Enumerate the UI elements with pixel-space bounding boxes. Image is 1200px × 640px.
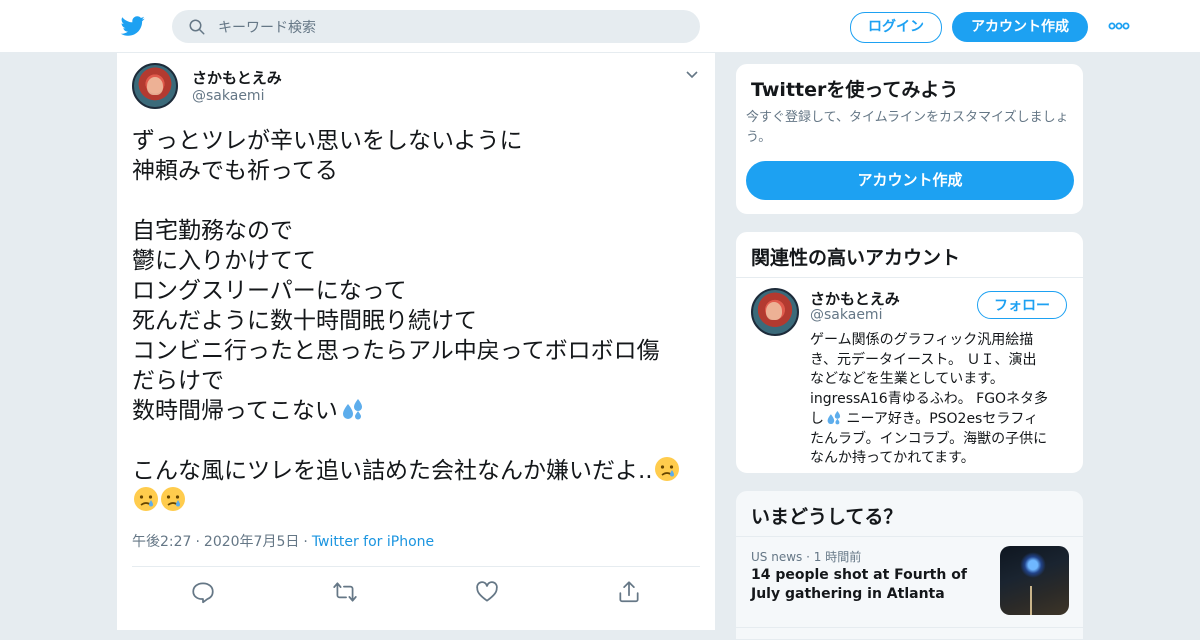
tweet-line: 鬱に入りかけてて	[132, 248, 316, 274]
heart-icon[interactable]	[474, 579, 500, 605]
tweet-line: こんな風にツレを追い詰めた会社なんか嫌いだよ..	[132, 458, 653, 484]
divider	[736, 627, 1083, 628]
trends-title: いまどうしてる？	[751, 506, 903, 528]
tweet-line: 自宅勤務なので	[132, 218, 293, 244]
bio-line: ingressA16青ゆるふわ。 FGOネタ多	[810, 390, 1049, 407]
related-account-handle[interactable]: @sakaemi	[810, 307, 882, 323]
tweet-card: さかもとえみ @sakaemi ずっとツレが辛い思いをしないように 神頼みでも祈…	[116, 53, 716, 630]
twitter-bird-icon[interactable]	[120, 14, 146, 38]
trend-thumbnail[interactable]	[1000, 546, 1069, 615]
bio-line: き、元データイースト。 ＵＩ、演出	[810, 351, 1037, 368]
crying-face-emoji	[654, 457, 679, 481]
signup-panel-description: 今すぐ登録して、タイムラインをカスタマイズしましょう。	[746, 110, 1069, 145]
create-account-button[interactable]: アカウント作成	[746, 161, 1074, 200]
more-dots-icon[interactable]	[1108, 19, 1130, 33]
follow-button[interactable]: フォロー	[977, 291, 1067, 319]
login-button[interactable]: ログイン	[850, 12, 942, 43]
search-box[interactable]	[172, 10, 700, 45]
sweat-droplets-emoji	[342, 399, 362, 420]
tweet-line: 数時間帰ってこない	[132, 398, 338, 424]
bio-line: なんか持ってかれてます。	[810, 450, 975, 466]
related-accounts-title: 関連性の高いアカウント	[751, 247, 961, 269]
tweet-line: コンビニ行ったと思ったらアル中戻ってボロボロ傷	[132, 338, 660, 364]
tweet-line: だらけで	[132, 368, 224, 394]
trend-category: US news	[751, 550, 803, 564]
author-avatar[interactable]	[132, 63, 178, 109]
meta-separator: ·	[806, 550, 810, 564]
related-account-avatar[interactable]	[751, 288, 799, 336]
signup-button[interactable]: アカウント作成	[952, 12, 1088, 42]
tweet-line: 死んだように数十時間眠り続けて	[132, 308, 477, 334]
divider	[736, 277, 1083, 278]
search-icon	[189, 19, 205, 35]
tweet-date[interactable]: 2020年7月5日	[204, 534, 299, 550]
bio-line: たんラブ。インコラブ。海獣の子供に	[810, 430, 1048, 447]
tweet-line: ロングスリーパーになって	[132, 278, 407, 304]
trend-time: 1 時間前	[813, 550, 862, 564]
tweet-line: 神頼みでも祈ってる	[132, 158, 338, 184]
reply-icon[interactable]	[190, 579, 216, 605]
divider	[736, 536, 1083, 537]
related-account-name[interactable]: さかもとえみ	[810, 288, 900, 309]
bio-line: ニーア好き。PSO2esセラフィ	[846, 411, 1039, 427]
crying-face-emoji	[134, 487, 158, 511]
tweet-line-with-emoji: 数時間帰ってこない	[132, 396, 702, 426]
tweet-line	[132, 186, 702, 216]
divider	[132, 566, 700, 567]
author-handle[interactable]: @sakaemi	[192, 88, 264, 104]
top-navigation-bar: ログイン アカウント作成	[0, 0, 1200, 53]
tweet-actions	[117, 579, 715, 605]
tweet-line	[132, 426, 702, 456]
signup-panel-title: Twitterを使ってみよう	[751, 79, 959, 101]
bio-line-with-emoji: し ニーア好き。PSO2esセラフィ	[810, 409, 1072, 430]
retweet-icon[interactable]	[332, 579, 358, 605]
chevron-down-icon[interactable]	[685, 69, 699, 81]
signup-panel: Twitterを使ってみよう 今すぐ登録して、タイムラインをカスタマイズしましょ…	[735, 63, 1084, 215]
meta-separator: ·	[195, 534, 200, 550]
tweet-time[interactable]: 午後2:27	[132, 534, 191, 550]
trend-meta: US news · 1 時間前	[751, 548, 861, 565]
trend-headline[interactable]: 14 people shot at Fourth of July gatheri…	[751, 566, 981, 604]
author-name[interactable]: さかもとえみ	[192, 67, 282, 88]
search-input[interactable]	[216, 10, 690, 45]
sweat-droplets-emoji	[827, 410, 841, 425]
related-accounts-panel: 関連性の高いアカウント さかもとえみ @sakaemi フォロー ゲーム関係のグ…	[735, 231, 1084, 474]
tweet-line-with-emoji: こんな風にツレを追い詰めた会社なんか嫌いだよ..	[132, 456, 702, 486]
bio-line-prefix: し	[810, 411, 824, 427]
bio-line: などなどを生業としています。	[810, 371, 1004, 387]
tweet-text: ずっとツレが辛い思いをしないように 神頼みでも祈ってる 自宅勤務なので 鬱に入り…	[132, 126, 702, 516]
tweet-emoji-line	[132, 486, 702, 516]
share-icon[interactable]	[616, 579, 642, 605]
trends-panel: いまどうしてる？ US news · 1 時間前 14 people shot …	[735, 490, 1084, 640]
bio-line: ゲーム関係のグラフィック汎用絵描	[810, 332, 1034, 348]
crying-face-emoji	[161, 487, 185, 511]
related-account-bio: ゲーム関係のグラフィック汎用絵描 き、元データイースト。 ＵＩ、演出 などなどを…	[810, 331, 1072, 469]
meta-separator: ·	[303, 534, 308, 550]
tweet-line: ずっとツレが辛い思いをしないように	[132, 128, 523, 154]
tweet-metadata: 午後2:27 · 2020年7月5日 · Twitter for iPhone	[132, 531, 434, 551]
tweet-source-link[interactable]: Twitter for iPhone	[312, 534, 434, 550]
